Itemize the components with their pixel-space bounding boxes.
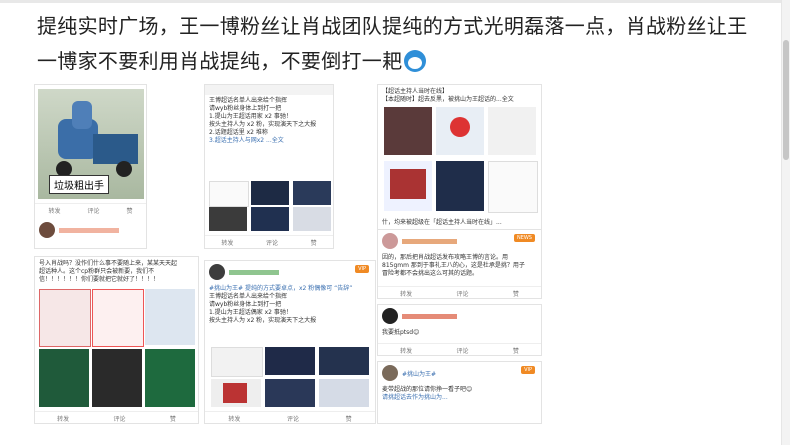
post-actions: 转发 评论 赞 bbox=[35, 411, 198, 423]
avatar bbox=[382, 308, 398, 324]
comment-button[interactable]: 评论 bbox=[266, 238, 278, 247]
post-text-line: 因的，那后把肖战超话发布攻略王博的言论。用 bbox=[382, 254, 509, 261]
avatar bbox=[209, 264, 225, 280]
repost-button[interactable]: 转发 bbox=[400, 346, 412, 355]
post-card-6[interactable]: NEWS 因的，那后把肖战超话发布攻略王博的言论。用 815gmm 那到于事礼王… bbox=[377, 229, 542, 299]
post-text: 因的，那后把肖战超话发布攻略王博的言论。用 815gmm 那到于事礼王八的心，这… bbox=[378, 252, 541, 280]
post-text-line: 【本超随时】超去反黑，被挑山为王超话的...全文 bbox=[382, 96, 514, 103]
post-text: 【超话主持人当时在线】 【本超随时】超去反黑，被挑山为王超话的...全文 bbox=[378, 85, 541, 106]
post-text: 麦带超战的那位请你挣一看子吧😊 请挑超话去作为挑山为... bbox=[378, 384, 541, 404]
post-text-line: 1.提山为王超话偶家 x2 事驰！ bbox=[209, 309, 292, 316]
post-text-line: #挑山为王# 提纯的方式要卓点，x2 粉偶像可 “告辞” bbox=[209, 285, 353, 292]
post-text-line: 请挑超话去作为挑山为... bbox=[382, 394, 448, 401]
vip-badge: VIP bbox=[355, 265, 369, 273]
like-button[interactable]: 赞 bbox=[513, 289, 519, 298]
post-text-line: 请wyb粉丝身体上到打一把 bbox=[209, 105, 282, 112]
post-text: 什，均来被超级在「超话主持人当时在线」... bbox=[382, 219, 502, 226]
doraemon-icon bbox=[404, 50, 427, 72]
post-actions: 转发 评论 赞 bbox=[378, 343, 541, 355]
vip-badge: VIP bbox=[521, 366, 535, 374]
headline-line-1: 提纯实时广场，王一博粉丝让肖战团队提纯的方式光明磊落一点，肖战粉丝让王 bbox=[37, 14, 748, 38]
repost-button[interactable]: 转发 bbox=[57, 414, 69, 423]
scrollbar-thumb[interactable] bbox=[783, 40, 789, 160]
post-text: 王博超话名单人出来给个指挥 请wyb粉丝身体上到打一把 1.提山为王超话用家 x… bbox=[205, 95, 333, 147]
post-actions: 转发 评论 赞 bbox=[35, 203, 146, 217]
post-card-8[interactable]: #挑山为王# VIP 麦带超战的那位请你挣一看子吧😊 请挑超话去作为挑山为... bbox=[377, 361, 542, 424]
commenter-row bbox=[378, 305, 541, 327]
post-card-4[interactable]: 号入肖战吗？没作们什么事不要随上来，某某天天起 超话种人。这个cp粉群只会被新要… bbox=[34, 256, 199, 424]
post-text-line: 1.提山为王超话用家 x2 事驰！ bbox=[209, 113, 292, 120]
comment-button[interactable]: 评论 bbox=[287, 414, 299, 423]
repost-button[interactable]: 转发 bbox=[400, 289, 412, 298]
topic-tag[interactable]: #挑山为王# bbox=[402, 369, 436, 378]
repost-button[interactable]: 转发 bbox=[221, 238, 233, 247]
avatar bbox=[382, 233, 398, 249]
comment-button[interactable]: 评论 bbox=[456, 346, 468, 355]
post-card-1[interactable]: 垃圾粗出手 转发 评论 赞 bbox=[34, 84, 147, 249]
post-actions: 转发 评论 赞 bbox=[378, 286, 541, 298]
like-button[interactable]: 赞 bbox=[346, 414, 352, 423]
post-author-row: #挑山为王# VIP bbox=[378, 362, 541, 384]
post-card-7[interactable]: 我要抵ptsd😊 转发 评论 赞 bbox=[377, 304, 542, 356]
screenshot-collage: 垃圾粗出手 转发 评论 赞 王博超话名单人出来给个指挥 请wyb粉丝身体上到打一… bbox=[34, 84, 542, 424]
post-author-row: VIP bbox=[205, 261, 375, 283]
post-text-line: 请wyb粉丝身体上到打一把 bbox=[209, 301, 282, 308]
top-border bbox=[0, 0, 790, 3]
meme-grid bbox=[39, 289, 195, 409]
post-text-line: 王博超话名单人出来给个指挥 bbox=[209, 97, 288, 104]
post-card-2[interactable]: 王博超话名单人出来给个指挥 请wyb粉丝身体上到打一把 1.提山为王超话用家 x… bbox=[204, 84, 334, 249]
blurred-name bbox=[402, 313, 457, 319]
post-text-line: 超话种人。这个cp粉群只会被新要，我们不 bbox=[39, 268, 155, 275]
comment-button[interactable]: 评论 bbox=[456, 289, 468, 298]
commenter-row bbox=[35, 219, 123, 241]
post-text-line: 815gmm 那到于事礼王八的心，这是杜承是挑？用子 bbox=[382, 262, 525, 269]
headline-line-2: 一博家不要利用肖战提纯，不要倒打一耙 bbox=[37, 49, 403, 73]
post-text: #挑山为王# 提纯的方式要卓点，x2 粉偶像可 “告辞” 王博超话名单人出来给个… bbox=[205, 283, 375, 327]
post-text-line: 号入肖战吗？没作们什么事不要随上来，某某天天起 bbox=[39, 260, 178, 267]
post-text-line: 按头主持人为 x2 粉，实现演天下之大报 bbox=[209, 121, 317, 128]
post-text-line: 3.超话主持人与网x2 ...全文 bbox=[209, 137, 284, 144]
post-text-line: 2.话题超话里 x2 堆称 bbox=[209, 129, 268, 136]
post-text-line: 冒险考都不会挑出这么可其的话题。 bbox=[382, 270, 479, 277]
like-button[interactable]: 赞 bbox=[126, 206, 132, 215]
post-text-line: 王博超话名单人出来给个指挥 bbox=[209, 293, 288, 300]
news-badge: NEWS bbox=[513, 234, 535, 242]
post-actions: 转发 评论 赞 bbox=[205, 411, 375, 423]
vertical-scrollbar[interactable] bbox=[781, 0, 790, 445]
image-grid bbox=[211, 347, 371, 407]
post-headline: 提纯实时广场，王一博粉丝让肖战团队提纯的方式光明磊落一点，肖战粉丝让王 一博家不… bbox=[37, 9, 782, 79]
image-grid bbox=[209, 181, 331, 231]
repost-button[interactable]: 转发 bbox=[48, 206, 60, 215]
repost-button[interactable]: 转发 bbox=[228, 414, 240, 423]
comment-text: 我要抵ptsd😊 bbox=[382, 329, 420, 336]
like-button[interactable]: 赞 bbox=[311, 238, 317, 247]
avatar bbox=[39, 222, 55, 238]
avatar bbox=[382, 365, 398, 381]
post-author-row: NEWS bbox=[378, 230, 541, 252]
card-header-strip bbox=[205, 85, 333, 95]
post-card-3[interactable]: 【超话主持人当时在线】 【本超随时】超去反黑，被挑山为王超话的...全文 什，均… bbox=[377, 84, 542, 249]
post-text-line: 按头主持人为 x2 粉，实现演天下之大报 bbox=[209, 317, 317, 324]
post-actions: 转发 评论 赞 bbox=[205, 235, 333, 248]
post-card-5[interactable]: VIP #挑山为王# 提纯的方式要卓点，x2 粉偶像可 “告辞” 王博超话名单人… bbox=[204, 260, 376, 424]
blurred-name bbox=[402, 238, 457, 244]
post-text-line: 麦带超战的那位请你挣一看子吧😊 bbox=[382, 386, 473, 393]
meme-caption: 垃圾粗出手 bbox=[49, 175, 109, 194]
comment-button[interactable]: 评论 bbox=[113, 414, 125, 423]
blurred-name bbox=[59, 227, 119, 233]
blurred-name bbox=[229, 269, 279, 275]
post-text: 号入肖战吗？没作们什么事不要随上来，某某天天起 超话种人。这个cp粉群只会被新要… bbox=[35, 257, 198, 286]
screenshot-grid bbox=[384, 107, 538, 215]
comment-button[interactable]: 评论 bbox=[87, 206, 99, 215]
post-text-line: 信！！！！！！你们要就把它就好了！！！！ bbox=[39, 276, 160, 283]
post-text-line: 【超话主持人当时在线】 bbox=[382, 88, 449, 95]
like-button[interactable]: 赞 bbox=[513, 346, 519, 355]
like-button[interactable]: 赞 bbox=[170, 414, 176, 423]
